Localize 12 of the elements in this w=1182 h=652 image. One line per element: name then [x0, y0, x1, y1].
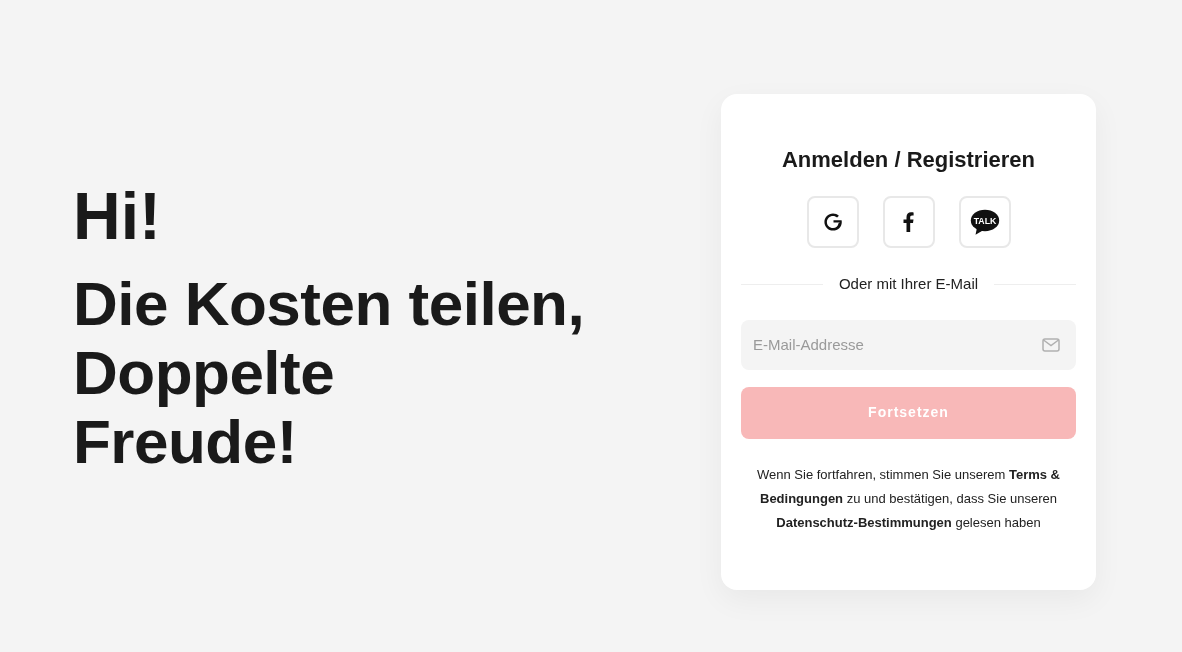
envelope-icon: [1042, 337, 1060, 352]
divider-text: Oder mit Ihrer E-Mail: [838, 274, 979, 294]
card-title: Anmelden / Registrieren: [781, 146, 1036, 174]
f-logo-icon: [902, 212, 915, 232]
social-login-button[interactable]: TALK: [958, 196, 1011, 248]
legal-text: Wenn Sie fortfahren, stimmen Sie unserem Terms & Bedingungen zu und bestätigen, dass Sie unseren Datenschutz-Bestimmungen gelesen haben: [756, 465, 1061, 532]
g-logo-icon: [822, 212, 843, 232]
headline: Die Kosten teilen, Doppelte Freude!: [73, 268, 586, 477]
greeting: Hi!: [73, 180, 161, 253]
email-field[interactable]: E-Mail-Addresse: [741, 319, 1076, 370]
social-login-button[interactable]: [806, 196, 859, 248]
social-login-button[interactable]: [882, 196, 935, 248]
